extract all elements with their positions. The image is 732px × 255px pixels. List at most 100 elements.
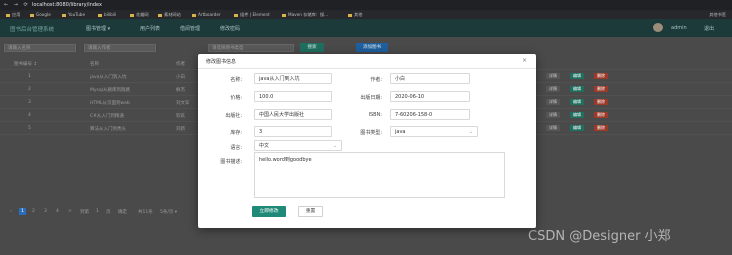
pubdate-input[interactable]: 2020-06-10 xyxy=(390,91,470,102)
reset-button[interactable]: 重置 xyxy=(298,206,323,217)
logout-link[interactable]: 退出 xyxy=(704,25,714,32)
bookmark-item[interactable]: 花瓣网 xyxy=(130,12,149,18)
page-unit: 页 xyxy=(106,210,111,215)
cell-name: C#从入门到精通 xyxy=(90,114,124,119)
cell-name: HTML从页面到web xyxy=(90,101,130,106)
folder-icon xyxy=(158,13,162,17)
folder-icon xyxy=(6,13,10,17)
isbn-label: ISBN: xyxy=(368,112,382,118)
goto-label: 到第 xyxy=(80,210,89,215)
maven-icon xyxy=(282,13,286,17)
page-4[interactable]: 4 xyxy=(56,209,59,214)
bookmark-item[interactable]: 应用 xyxy=(6,12,20,18)
cell-author: 钦玖 xyxy=(176,114,185,119)
avatar[interactable] xyxy=(653,23,663,32)
cell-name: 算法从入门到秃头 xyxy=(90,127,126,132)
page-size-select[interactable]: 5条/页 ▾ xyxy=(160,209,177,215)
edit-button[interactable]: 编辑 xyxy=(570,99,584,105)
username[interactable]: admin xyxy=(671,25,687,31)
bookmark-item[interactable]: Artboarder xyxy=(192,12,221,17)
cell-id: 5 xyxy=(28,126,31,131)
bookmark-item[interactable]: 组件 | Element xyxy=(234,12,270,18)
cell-author: 枫杰 xyxy=(176,88,185,93)
cell-id: 1 xyxy=(28,74,31,79)
chevron-down-icon: ⌄ xyxy=(332,143,337,149)
bookmark-item[interactable]: 素材网站 xyxy=(158,12,181,18)
delete-button[interactable]: 删除 xyxy=(594,73,608,79)
bookmark-item[interactable]: 其他 xyxy=(348,12,362,18)
app-logo[interactable]: 图书后台管理系统 xyxy=(10,25,54,33)
edit-button[interactable]: 编辑 xyxy=(570,112,584,118)
delete-button[interactable]: 删除 xyxy=(594,86,608,92)
cell-name: Mysql从删库到跑路 xyxy=(90,88,130,93)
address-field[interactable]: localhost:8080/library/index xyxy=(32,2,102,8)
header-id[interactable]: 图书编号 ↕ xyxy=(14,61,37,67)
goto-input[interactable]: 1 xyxy=(96,209,99,214)
cell-id: 3 xyxy=(28,100,31,105)
language-value: 中文 xyxy=(259,143,270,149)
next-page-icon[interactable]: > xyxy=(68,209,72,214)
delete-button[interactable]: 删除 xyxy=(594,112,608,118)
name-label: 名称: xyxy=(230,77,242,83)
cell-author: 小白 xyxy=(176,75,185,80)
price-label: 价格: xyxy=(230,95,242,101)
booktype-select[interactable]: java ⌄ xyxy=(390,126,478,137)
nav-change-password[interactable]: 修改密码 xyxy=(220,25,240,32)
pubdate-label: 出版日期: xyxy=(360,95,382,101)
header-name: 名称 xyxy=(90,62,99,67)
cell-author: 刘文军 xyxy=(176,101,190,106)
publisher-label: 出版社: xyxy=(225,113,242,119)
browser-nav-icons[interactable]: ← → ⟳ xyxy=(4,2,30,8)
nav-book-manage[interactable]: 图书管理 ▾ xyxy=(86,25,110,32)
page-1[interactable]: 1 xyxy=(19,208,26,215)
page-2[interactable]: 2 xyxy=(32,209,35,214)
desc-label: 图书描述: xyxy=(220,159,242,165)
nav-borrow-manage[interactable]: 借阅管理 xyxy=(180,25,200,32)
add-book-button[interactable]: 添加图书 xyxy=(356,43,388,52)
other-bookmarks[interactable]: 其他书签 xyxy=(709,12,726,18)
bookmark-item[interactable]: bilibili xyxy=(98,12,116,17)
language-select[interactable]: 中文 ⌄ xyxy=(254,140,342,151)
language-label: 语言: xyxy=(230,145,242,151)
detail-button[interactable]: 详情 xyxy=(546,86,560,92)
price-input[interactable]: 100.0 xyxy=(254,91,332,102)
detail-button[interactable]: 详情 xyxy=(546,112,560,118)
stock-input[interactable]: 3 xyxy=(254,126,332,137)
bookmark-item[interactable]: Google xyxy=(30,12,51,17)
name-input[interactable]: java从入门到入坑 xyxy=(254,73,332,84)
bookmark-item[interactable]: Maven 存储库：搜... xyxy=(282,12,328,18)
author-filter-input[interactable]: 请输入作者 xyxy=(84,44,156,52)
goto-confirm[interactable]: 确定 xyxy=(118,209,127,215)
youtube-icon xyxy=(62,13,66,17)
isbn-input[interactable]: 7-60206-158-0 xyxy=(390,109,470,120)
detail-button[interactable]: 详情 xyxy=(546,99,560,105)
desc-textarea[interactable]: hello.word到goodbye xyxy=(254,152,505,198)
edit-book-dialog: 修改图书信息 × 名称: java从入门到入坑 作者: 小白 价格: 100.0… xyxy=(198,54,536,228)
prev-page-icon[interactable]: ‹ xyxy=(10,209,12,214)
search-button[interactable]: 搜索 xyxy=(300,43,324,52)
close-icon[interactable]: × xyxy=(522,57,527,64)
edit-button[interactable]: 编辑 xyxy=(570,73,584,79)
chevron-down-icon: ⌄ xyxy=(468,129,473,135)
dialog-title: 修改图书信息 xyxy=(206,59,237,65)
folder-icon xyxy=(192,13,196,17)
delete-button[interactable]: 删除 xyxy=(594,99,608,105)
watermark: CSDN @Designer 小郑 xyxy=(528,229,671,244)
edit-button[interactable]: 编辑 xyxy=(570,86,584,92)
edit-button[interactable]: 编辑 xyxy=(570,125,584,131)
page-3[interactable]: 3 xyxy=(44,209,47,214)
detail-button[interactable]: 详情 xyxy=(546,125,560,131)
name-filter-input[interactable]: 请输入名称 xyxy=(4,44,76,52)
element-icon xyxy=(234,13,238,17)
detail-button[interactable]: 详情 xyxy=(546,73,560,79)
bilibili-icon xyxy=(98,13,102,17)
nav-user-list[interactable]: 用户列表 xyxy=(140,25,160,32)
author-input[interactable]: 小白 xyxy=(390,73,470,84)
bookmark-item[interactable]: YouTube xyxy=(62,12,85,17)
delete-button[interactable]: 删除 xyxy=(594,125,608,131)
publisher-input[interactable]: 中国人民大学出版社 xyxy=(254,109,332,120)
submit-button[interactable]: 立即修改 xyxy=(252,206,286,217)
bookmarks-bar: 应用 Google YouTube bilibili 花瓣网 素材网站 Artb… xyxy=(0,10,732,19)
type-filter-select[interactable]: 请选择图书类型 xyxy=(208,44,294,52)
total-count: 共11条 xyxy=(138,210,153,215)
